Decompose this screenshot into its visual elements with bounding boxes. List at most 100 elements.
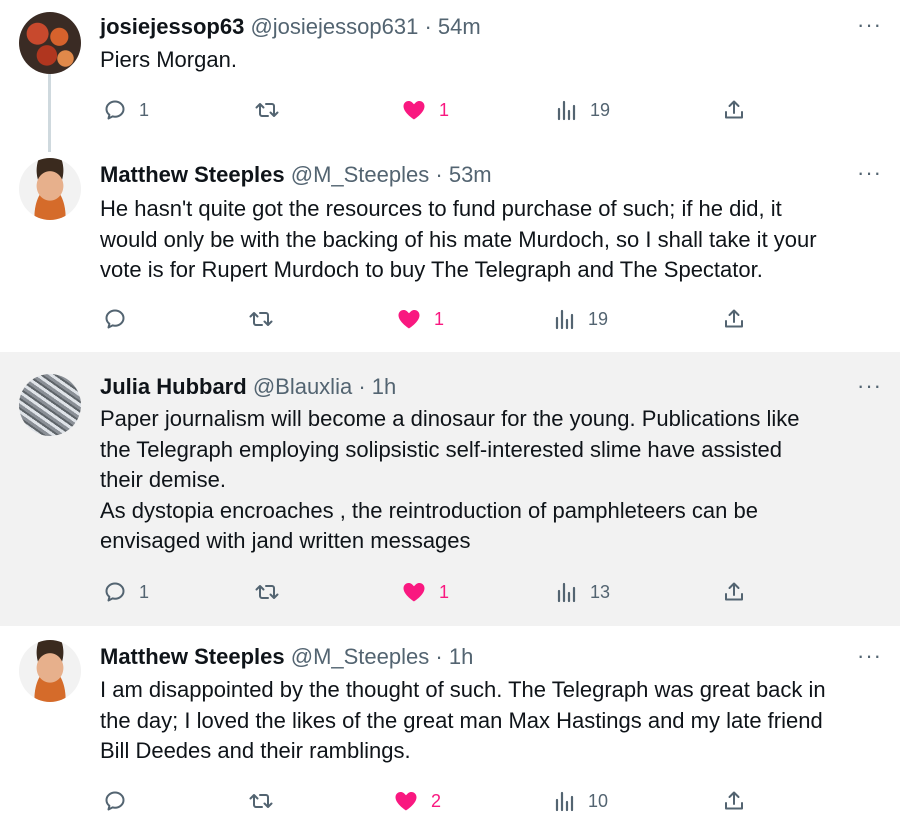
views-icon xyxy=(556,580,578,604)
author-handle[interactable]: @josiejessop631 xyxy=(250,14,418,39)
views-count: 19 xyxy=(590,99,611,120)
reply-count: 1 xyxy=(139,99,150,120)
like-count: 1 xyxy=(439,581,450,602)
retweet-button[interactable] xyxy=(248,304,286,334)
like-button[interactable]: 2 xyxy=(393,786,441,816)
retweet-icon xyxy=(254,580,280,604)
tweet-text-line: Paper journalism will become a dinosaur … xyxy=(100,406,800,431)
separator: · xyxy=(358,374,366,399)
action-bar: 2 10 xyxy=(0,786,900,816)
reply-count: 1 xyxy=(139,581,150,602)
separator: · xyxy=(435,644,443,669)
views-icon xyxy=(556,98,578,122)
share-button[interactable] xyxy=(722,577,746,607)
share-button[interactable] xyxy=(722,786,746,816)
avatar[interactable] xyxy=(19,374,81,436)
tweet[interactable]: josiejessop63 @josiejessop631 · 54m ··· … xyxy=(0,0,900,146)
heart-icon xyxy=(401,580,427,604)
like-button[interactable]: 1 xyxy=(401,95,449,125)
tweet-text-line: their demise. xyxy=(100,467,226,492)
views-icon xyxy=(554,789,576,813)
author-name[interactable]: Julia Hubbard xyxy=(100,374,247,399)
author-handle[interactable]: @M_Steeples xyxy=(291,162,430,187)
tweet-header: Julia Hubbard @Blauxlia · 1h xyxy=(100,374,396,400)
retweet-icon xyxy=(254,98,280,122)
retweet-button[interactable] xyxy=(248,786,286,816)
views-icon xyxy=(554,307,576,331)
action-bar: 1 1 19 xyxy=(0,95,900,125)
reply-icon xyxy=(103,789,127,813)
retweet-button[interactable] xyxy=(254,577,292,607)
share-icon xyxy=(722,580,746,604)
like-button[interactable]: 1 xyxy=(396,304,444,334)
more-options-button[interactable]: ··· xyxy=(857,162,882,184)
avatar[interactable] xyxy=(19,12,81,74)
retweet-icon xyxy=(248,307,274,331)
reply-button[interactable] xyxy=(103,304,139,334)
timestamp[interactable]: 53m xyxy=(449,162,492,187)
separator: · xyxy=(435,162,443,187)
more-options-button[interactable]: ··· xyxy=(857,14,882,36)
tweet-text-line: He hasn't quite got the resources to fun… xyxy=(100,196,782,221)
reply-icon xyxy=(103,307,127,331)
reply-icon xyxy=(103,580,127,604)
tweet-text-line: vote is for Rupert Murdoch to buy The Te… xyxy=(100,257,763,282)
author-handle[interactable]: @M_Steeples xyxy=(291,644,430,669)
tweet-text: Paper journalism will become a dinosaur … xyxy=(100,404,890,557)
action-bar: 1 1 13 xyxy=(0,577,900,607)
author-handle[interactable]: @Blauxlia xyxy=(253,374,352,399)
avatar[interactable] xyxy=(19,640,81,702)
tweet[interactable]: Matthew Steeples @M_Steeples · 1h ··· I … xyxy=(0,626,900,819)
timestamp[interactable]: 1h xyxy=(372,374,396,399)
views-button[interactable]: 13 xyxy=(556,577,610,607)
tweet-text: He hasn't quite got the resources to fun… xyxy=(100,194,890,286)
tweet-text-line: would only be with the backing of his ma… xyxy=(100,226,817,252)
timestamp[interactable]: 1h xyxy=(449,644,473,669)
retweet-button[interactable] xyxy=(254,95,292,125)
reply-button[interactable]: 1 xyxy=(103,577,149,607)
like-count: 1 xyxy=(434,308,445,329)
tweet-text-line: the Telegraph employing solipsistic self… xyxy=(100,436,782,462)
tweet-header: josiejessop63 @josiejessop631 · 54m xyxy=(100,14,481,40)
tweet-text-line: envisaged with jand written messages xyxy=(100,528,471,553)
heart-icon xyxy=(396,307,422,331)
timestamp[interactable]: 54m xyxy=(438,14,481,39)
reply-icon xyxy=(103,98,127,122)
separator: · xyxy=(424,14,432,39)
tweet-text: I am disappointed by the thought of such… xyxy=(100,675,890,767)
author-name[interactable]: josiejessop63 xyxy=(100,14,244,39)
tweet-text: Piers Morgan. xyxy=(100,45,890,76)
views-button[interactable]: 19 xyxy=(554,304,608,334)
more-options-button[interactable]: ··· xyxy=(857,645,882,667)
views-count: 19 xyxy=(588,308,609,329)
tweet[interactable]: Julia Hubbard @Blauxlia · 1h ··· Paper j… xyxy=(0,352,900,626)
tweet-header: Matthew Steeples @M_Steeples · 53m xyxy=(100,162,492,188)
heart-icon xyxy=(393,789,419,813)
tweet-header: Matthew Steeples @M_Steeples · 1h xyxy=(100,644,473,670)
tweet-text-line: As dystopia encroaches , the reintroduct… xyxy=(100,497,758,523)
tweet-text-line: the day; I loved the likes of the great … xyxy=(100,707,823,733)
reply-button[interactable]: 1 xyxy=(103,95,149,125)
retweet-icon xyxy=(248,789,274,813)
share-icon xyxy=(722,307,746,331)
tweet-text-line: Bill Deedes and their ramblings. xyxy=(100,738,411,763)
author-name[interactable]: Matthew Steeples xyxy=(100,644,285,669)
author-name[interactable]: Matthew Steeples xyxy=(100,162,285,187)
share-button[interactable] xyxy=(722,95,746,125)
views-count: 13 xyxy=(590,581,611,602)
avatar[interactable] xyxy=(19,158,81,220)
tweet-text-line: Piers Morgan. xyxy=(100,47,237,72)
like-count: 2 xyxy=(431,790,442,811)
tweet-text-line: I am disappointed by the thought of such… xyxy=(100,677,826,702)
share-icon xyxy=(722,789,746,813)
views-button[interactable]: 10 xyxy=(554,786,608,816)
tweet[interactable]: Matthew Steeples @M_Steeples · 53m ··· H… xyxy=(0,146,900,352)
reply-button[interactable] xyxy=(103,786,139,816)
views-button[interactable]: 19 xyxy=(556,95,610,125)
more-options-button[interactable]: ··· xyxy=(857,375,882,397)
share-icon xyxy=(722,98,746,122)
views-count: 10 xyxy=(588,790,609,811)
share-button[interactable] xyxy=(722,304,746,334)
like-button[interactable]: 1 xyxy=(401,577,449,607)
like-count: 1 xyxy=(439,99,450,120)
